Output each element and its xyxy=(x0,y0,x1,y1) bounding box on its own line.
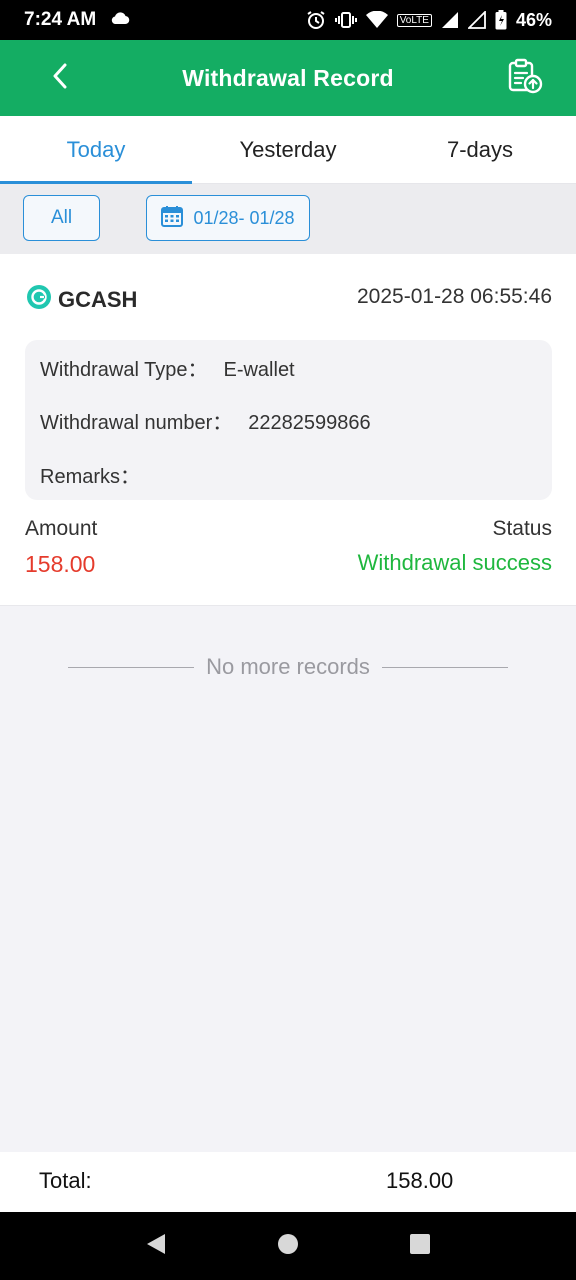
triangle-back-icon xyxy=(145,1232,167,1261)
divider-right xyxy=(381,666,508,668)
alarm-icon xyxy=(306,10,326,30)
chevron-left-icon xyxy=(52,63,68,94)
circle-home-icon xyxy=(277,1233,299,1260)
total-value: 158.00 xyxy=(386,1168,454,1193)
provider: GCASH xyxy=(26,284,137,315)
withdrawal-type-row: Withdrawal Type： E-wallet xyxy=(40,353,295,382)
back-button[interactable] xyxy=(40,58,80,98)
signal-2-icon xyxy=(467,11,486,29)
withdrawal-number-row: Withdrawal number： 22282599866 xyxy=(40,406,371,435)
nav-recents-button[interactable] xyxy=(400,1226,440,1266)
app-header: Withdrawal Record xyxy=(0,40,576,116)
filter-all-button[interactable]: All xyxy=(23,195,100,241)
gcash-logo-icon xyxy=(26,284,52,315)
date-range-button[interactable]: 01/28- 01/28 xyxy=(146,195,310,241)
wifi-icon xyxy=(365,11,388,29)
battery-percent: 46% xyxy=(515,9,552,30)
provider-name: GCASH xyxy=(58,286,138,312)
remarks-label: Remarks： xyxy=(40,466,141,488)
signal-icon xyxy=(441,11,459,29)
total-bar: Total: 158.00 xyxy=(0,1152,576,1212)
withdrawal-number-value: 22282599866 xyxy=(248,412,371,434)
volte-badge: VoLTE xyxy=(396,13,432,27)
total-label: Total: xyxy=(39,1168,92,1193)
system-nav-bar xyxy=(0,1212,576,1280)
tab-7-days[interactable]: 7-days xyxy=(384,116,576,183)
vibrate-icon xyxy=(334,11,357,29)
calendar-icon xyxy=(161,205,184,232)
filter-bar: All 01/28- 01/28 xyxy=(0,184,576,254)
amount-label: Amount xyxy=(25,517,98,540)
nav-back-button[interactable] xyxy=(136,1226,176,1266)
withdrawal-record-card[interactable]: GCASH 2025-01-28 06:55:46 Withdrawal Typ… xyxy=(0,254,576,606)
clipboard-upload-icon xyxy=(506,57,544,100)
withdrawal-type-label: Withdrawal Type： xyxy=(40,359,208,381)
date-tabs: Today Yesterday 7-days xyxy=(0,116,576,184)
page-title: Withdrawal Record xyxy=(182,64,394,91)
remarks-row: Remarks： xyxy=(40,460,156,489)
nav-home-button[interactable] xyxy=(268,1226,308,1266)
detail-box: Withdrawal Type： E-wallet Withdrawal numb… xyxy=(25,340,552,500)
status-time: 7:24 AM xyxy=(24,9,97,30)
battery-icon xyxy=(495,10,507,30)
status-bar: 7:24 AM VoLTE 46% xyxy=(0,0,576,40)
tab-yesterday[interactable]: Yesterday xyxy=(192,116,384,183)
date-range-label: 01/28- 01/28 xyxy=(193,207,295,228)
cloud-icon xyxy=(110,9,130,31)
divider-left xyxy=(68,666,195,668)
amount-value: 158.00 xyxy=(25,551,96,577)
no-more-records: No more records xyxy=(68,650,508,684)
record-datetime: 2025-01-28 06:55:46 xyxy=(357,285,552,308)
tab-today[interactable]: Today xyxy=(0,116,192,184)
status-label: Status xyxy=(492,517,552,540)
upload-record-button[interactable] xyxy=(504,57,546,99)
withdrawal-number-label: Withdrawal number： xyxy=(40,412,233,434)
square-recents-icon xyxy=(409,1233,431,1260)
status-value: Withdrawal success xyxy=(357,550,552,575)
withdrawal-type-value: E-wallet xyxy=(223,359,295,381)
no-more-text: No more records xyxy=(206,654,370,679)
